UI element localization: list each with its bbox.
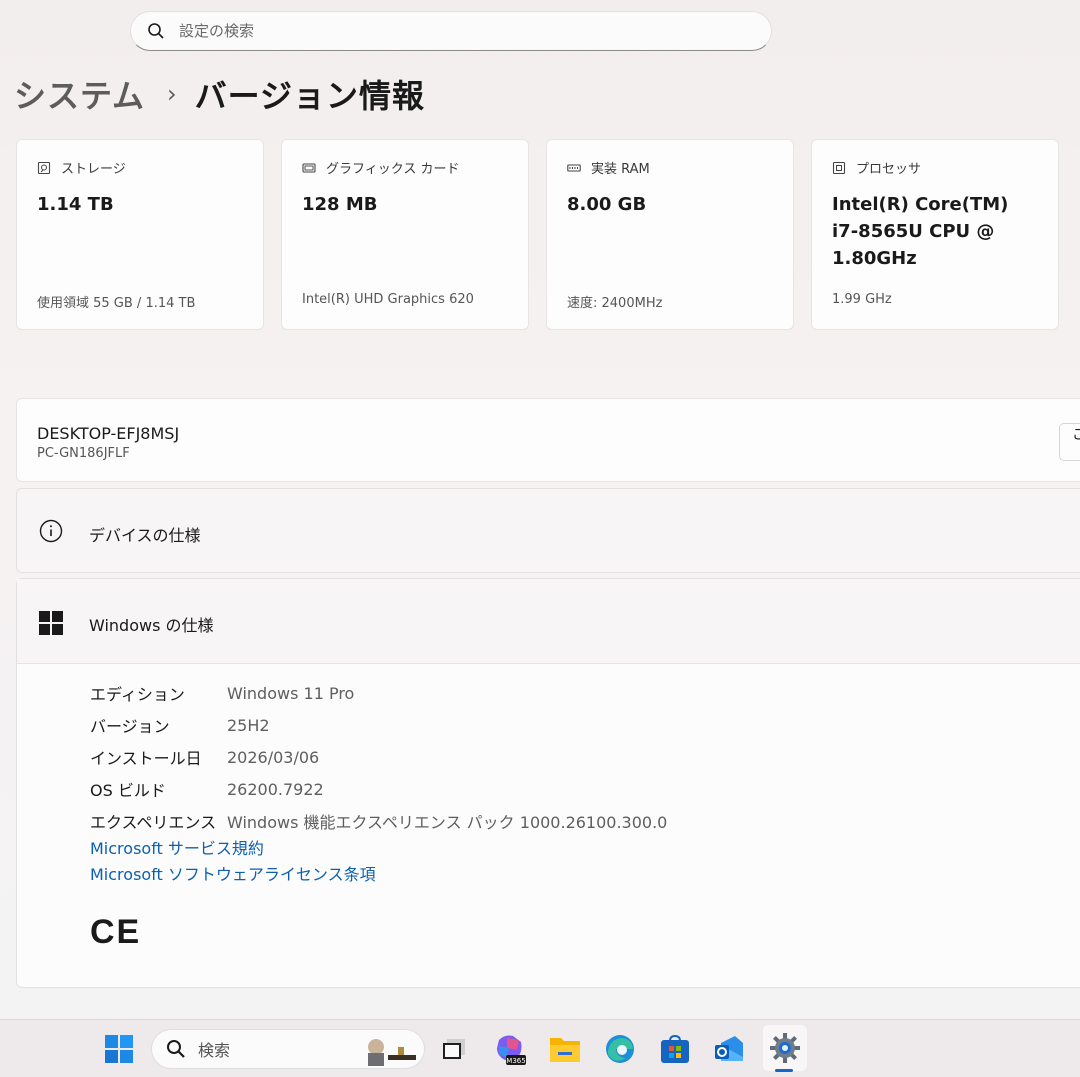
microsoft-store-button[interactable] <box>655 1030 695 1068</box>
device-specifications-title: デバイスの仕様 <box>89 526 201 545</box>
spec-key: エディション <box>90 685 185 704</box>
active-app-indicator <box>775 1069 793 1072</box>
spec-key: エクスペリエンス <box>90 813 217 832</box>
windows-specifications-panel: Windows の仕様 エディション Windows 11 Pro バージョン 25… <box>16 578 1080 988</box>
microsoft-services-agreement-link[interactable]: Microsoft サービス規約 <box>90 836 376 862</box>
spec-key: バージョン <box>90 717 170 736</box>
spec-row-edition: エディション Windows 11 Pro <box>90 677 667 709</box>
device-name-panel: DESKTOP-EFJ8MSJ PC-GN186JFLF こ <box>16 398 1080 482</box>
card-subtext: Intel(R) UHD Graphics 620 <box>302 292 474 307</box>
microsoft-365-copilot-button[interactable]: M365 <box>490 1030 530 1068</box>
spec-value: Windows 11 Pro <box>227 683 355 703</box>
microsoft-software-license-terms-link[interactable]: Microsoft ソフトウェアライセンス条項 <box>90 862 376 888</box>
settings-button[interactable] <box>763 1025 807 1071</box>
spec-key: OS ビルド <box>90 781 166 800</box>
spec-row-experience: エクスペリエンス Windows 機能エクスペリエンス パック 1000.2610… <box>90 805 667 837</box>
search-icon <box>148 23 164 39</box>
outlook-icon <box>715 1036 743 1061</box>
device-specifications-expander[interactable]: デバイスの仕様 <box>16 488 1080 573</box>
spec-value: 25H2 <box>227 715 270 735</box>
settings-icon <box>770 1033 800 1063</box>
ram-icon <box>567 163 581 172</box>
start-icon <box>105 1035 133 1063</box>
processor-icon <box>832 161 846 174</box>
breadcrumb-system-link[interactable]: システム <box>14 71 145 117</box>
ram-card[interactable]: 実装 RAM 8.00 GB 速度: 2400MHz <box>546 139 794 330</box>
task-view-button[interactable] <box>434 1030 474 1068</box>
file-explorer-icon <box>550 1038 580 1062</box>
spec-value: 2026/03/06 <box>227 747 320 767</box>
spec-value: Windows 機能エクスペリエンス パック 1000.26100.300.0 <box>227 813 668 832</box>
spec-key: インストール日 <box>90 749 202 768</box>
device-name: DESKTOP-EFJ8MSJ <box>37 424 180 443</box>
card-value: Intel(R) Core(TM) i7-8565U CPU @ 1.80GHz <box>832 194 1009 269</box>
spec-row-version: バージョン 25H2 <box>90 709 667 741</box>
card-label: プロセッサ <box>856 162 922 177</box>
spec-row-install-date: インストール日 2026/03/06 <box>90 741 667 773</box>
card-value: 128 MB <box>302 194 378 215</box>
m365-badge: M365 <box>506 1057 525 1065</box>
page-title: バージョン情報 <box>194 77 426 115</box>
graphics-card[interactable]: グラフィックス カード 128 MB Intel(R) UHD Graphics… <box>281 139 529 330</box>
outlook-button[interactable] <box>709 1030 749 1068</box>
spec-row-os-build: OS ビルド 26200.7922 <box>90 773 667 805</box>
microsoft-365-copilot-icon: M365 <box>497 1035 526 1065</box>
storage-icon <box>37 161 51 174</box>
ce-mark-logo: CE <box>90 913 142 951</box>
spec-value: 26200.7922 <box>227 779 324 799</box>
storage-card[interactable]: ストレージ 1.14 TB 使用領域 55 GB / 1.14 TB <box>16 139 264 330</box>
search-icon <box>167 1040 185 1058</box>
settings-search-input[interactable] <box>179 22 739 40</box>
card-label: 実装 RAM <box>591 162 650 177</box>
edge-button[interactable] <box>600 1030 640 1068</box>
card-subtext: 使用領域 55 GB / 1.14 TB <box>37 296 196 311</box>
rename-pc-button[interactable]: こ <box>1059 423 1080 461</box>
legal-links: Microsoft サービス規約 Microsoft ソフトウェアライセンス条項 <box>90 836 376 888</box>
store-icon <box>661 1034 689 1063</box>
info-icon <box>39 519 63 543</box>
card-value: 1.14 TB <box>37 194 114 215</box>
chevron-right-icon: › <box>167 80 177 108</box>
taskbar: 検索 M365 <box>0 1019 1080 1077</box>
taskbar-search-box[interactable]: 検索 <box>151 1029 425 1069</box>
windows-spec-list: エディション Windows 11 Pro バージョン 25H2 インストール日 20… <box>90 677 667 837</box>
windows-specifications-title: Windows の仕様 <box>89 616 214 635</box>
breadcrumb: システム › バージョン情報 <box>14 70 425 118</box>
edge-icon <box>606 1035 634 1063</box>
card-value: 8.00 GB <box>567 194 647 215</box>
device-model: PC-GN186JFLF <box>37 446 130 461</box>
windows-logo-icon <box>39 611 63 635</box>
search-highlight-icon <box>368 1039 416 1066</box>
card-subtext: 1.99 GHz <box>832 292 892 307</box>
windows-specifications-expander[interactable]: Windows の仕様 <box>17 579 1080 664</box>
start-button[interactable] <box>99 1030 139 1068</box>
taskbar-search-label: 検索 <box>198 1041 231 1060</box>
spec-cards: ストレージ 1.14 TB 使用領域 55 GB / 1.14 TB グラフィッ… <box>16 139 1059 330</box>
settings-search-box[interactable] <box>130 11 772 51</box>
card-label: ストレージ <box>61 162 126 177</box>
file-explorer-button[interactable] <box>545 1030 585 1068</box>
card-label: グラフィックス カード <box>326 162 460 177</box>
card-subtext: 速度: 2400MHz <box>567 296 663 311</box>
processor-card[interactable]: プロセッサ Intel(R) Core(TM) i7-8565U CPU @ 1… <box>811 139 1059 330</box>
task-view-icon <box>443 1039 465 1059</box>
graphics-card-icon <box>302 162 316 173</box>
